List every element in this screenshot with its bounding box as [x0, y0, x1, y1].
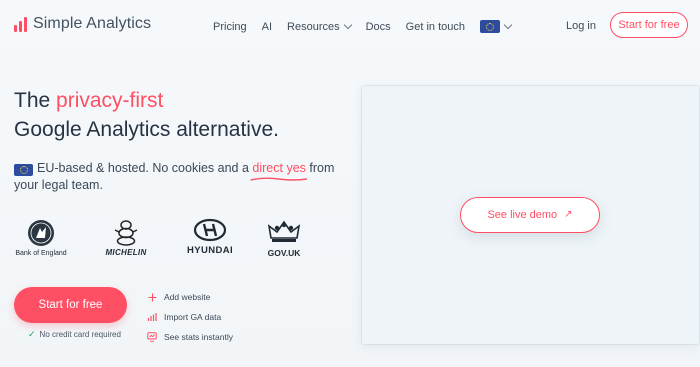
eu-flag-icon	[14, 164, 33, 176]
nav-docs[interactable]: Docs	[366, 21, 391, 33]
hyundai-logo: HYUNDAI	[178, 218, 242, 256]
client-logos: Bank of England MICHELIN HYUNDAI GOV.UK	[12, 218, 312, 262]
bar-chart-icon	[14, 16, 27, 32]
headline-line2: Google Analytics alternative.	[14, 118, 279, 141]
eu-flag-icon	[480, 20, 500, 33]
hero-subtext: EU-based & hosted. No cookies and a dire…	[14, 160, 344, 194]
see-live-demo-button[interactable]: See live demo ↗	[460, 197, 600, 233]
plus-icon	[147, 292, 157, 302]
logo[interactable]: Simple Analytics	[14, 15, 151, 33]
gov-uk-label: GOV.UK	[267, 248, 301, 258]
headline-accent: privacy-first	[56, 89, 164, 112]
bank-of-england-logo: Bank of England	[12, 218, 70, 257]
nav-resources-label: Resources	[287, 20, 340, 33]
language-selector[interactable]	[480, 20, 513, 33]
list-item: Add website	[147, 287, 233, 307]
gov-uk-logo: GOV.UK	[262, 218, 306, 258]
bank-of-england-label: Bank of England	[15, 250, 67, 257]
brand-name: Simple Analytics	[33, 15, 152, 32]
checkmark-icon: ✓	[28, 329, 36, 339]
chevron-down-icon	[343, 20, 352, 29]
feature-import-ga: Import GA data	[164, 312, 222, 322]
feature-see-stats: See stats instantly	[164, 332, 233, 342]
subtext-part1: EU-based & hosted. No cookies and a	[37, 161, 253, 175]
top-navigation: Simple Analytics Pricing AI Resources Do…	[0, 0, 700, 52]
nav-resources[interactable]: Resources	[287, 20, 352, 33]
bar-chart-icon	[147, 312, 157, 322]
direct-yes-highlight: direct yes	[250, 160, 308, 181]
no-credit-card-label: No credit card required	[39, 330, 121, 339]
chevron-down-icon	[503, 20, 513, 29]
michelin-label: MICHELIN	[105, 248, 147, 257]
subtext-accent: direct yes	[252, 161, 306, 175]
hyundai-label: HYUNDAI	[186, 245, 234, 256]
feature-list: Add website Import GA data See stats ins…	[147, 287, 233, 347]
headline-prefix: The	[14, 89, 57, 112]
page-title: The privacy-first Google Analytics alter…	[14, 86, 279, 144]
nav-get-in-touch[interactable]: Get in touch	[406, 21, 465, 33]
see-live-demo-label: See live demo	[487, 209, 558, 221]
page: Simple Analytics Pricing AI Resources Do…	[0, 0, 700, 367]
start-for-free-nav-button[interactable]: Start for free	[610, 12, 688, 38]
start-for-free-button[interactable]: Start for free	[14, 287, 127, 323]
list-item: Import GA data	[147, 307, 233, 327]
nav-pricing[interactable]: Pricing	[213, 21, 247, 33]
arrow-up-right-icon: ↗	[564, 209, 573, 220]
michelin-logo: MICHELIN	[96, 218, 156, 257]
live-demo-preview: See live demo ↗	[362, 86, 699, 344]
no-credit-card-note: ✓ No credit card required	[28, 329, 121, 340]
feature-add-website: Add website	[164, 292, 211, 302]
nav-ai[interactable]: AI	[262, 21, 272, 33]
dashboard-icon	[147, 332, 157, 342]
login-link[interactable]: Log in	[566, 20, 596, 32]
nav-links: Pricing AI Resources Docs Get in touch	[213, 20, 513, 33]
list-item: See stats instantly	[147, 327, 233, 347]
